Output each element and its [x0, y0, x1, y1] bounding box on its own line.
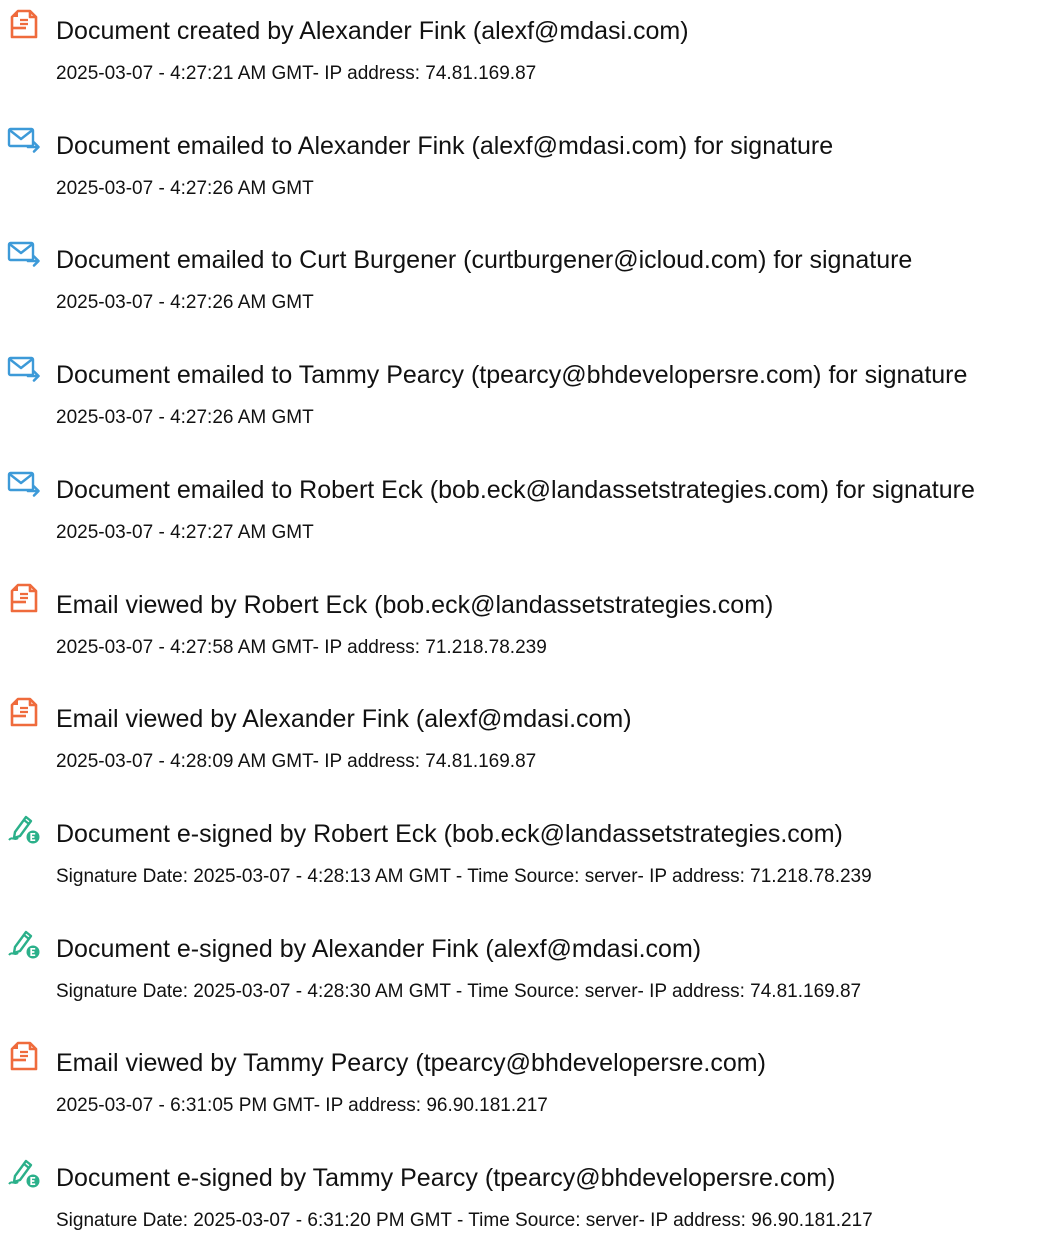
- event-detail: Signature Date: 2025-03-07 - 6:31:20 PM …: [56, 1210, 873, 1231]
- event-detail: 2025-03-07 - 4:27:26 AM GMT: [56, 178, 314, 199]
- timeline-event: Email viewed by Robert Eck (bob.eck@land…: [0, 580, 1038, 680]
- e-sign-pen-icon: [6, 1153, 42, 1189]
- event-detail: 2025-03-07 - 4:27:26 AM GMT: [56, 407, 314, 428]
- event-title: Document e-signed by Tammy Pearcy (tpear…: [56, 1164, 836, 1192]
- timeline-event: Document emailed to Curt Burgener (curtb…: [0, 235, 1038, 335]
- event-title: Document emailed to Curt Burgener (curtb…: [56, 246, 913, 274]
- event-title: Document emailed to Alexander Fink (alex…: [56, 132, 834, 160]
- event-title: Email viewed by Alexander Fink (alexf@md…: [56, 705, 632, 733]
- timeline-event: Email viewed by Tammy Pearcy (tpearcy@bh…: [0, 1038, 1038, 1138]
- timeline-event: Document e-signed by Tammy Pearcy (tpear…: [0, 1153, 1038, 1253]
- event-detail: Signature Date: 2025-03-07 - 4:28:30 AM …: [56, 981, 862, 1002]
- timeline-event: Document e-signed by Robert Eck (bob.eck…: [0, 809, 1038, 909]
- event-detail: Signature Date: 2025-03-07 - 4:28:13 AM …: [56, 866, 872, 887]
- event-detail: 2025-03-07 - 4:27:27 AM GMT: [56, 522, 314, 543]
- event-detail: 2025-03-07 - 4:27:21 AM GMT- IP address:…: [56, 63, 537, 84]
- email-send-icon: [6, 465, 42, 501]
- email-send-icon: [6, 350, 42, 386]
- document-icon: [6, 6, 42, 42]
- event-detail: 2025-03-07 - 4:28:09 AM GMT- IP address:…: [56, 751, 537, 772]
- e-sign-pen-icon: [6, 809, 42, 845]
- timeline-event: Document emailed to Tammy Pearcy (tpearc…: [0, 350, 1038, 450]
- e-sign-pen-icon: [6, 924, 42, 960]
- document-icon: [6, 580, 42, 616]
- timeline-event: Document created by Alexander Fink (alex…: [0, 6, 1038, 106]
- event-title: Email viewed by Tammy Pearcy (tpearcy@bh…: [56, 1049, 766, 1077]
- event-detail: 2025-03-07 - 6:31:05 PM GMT- IP address:…: [56, 1095, 548, 1116]
- timeline-event: Email viewed by Alexander Fink (alexf@md…: [0, 694, 1038, 794]
- email-send-icon: [6, 121, 42, 157]
- event-detail: 2025-03-07 - 4:27:26 AM GMT: [56, 292, 314, 313]
- event-title: Document emailed to Tammy Pearcy (tpearc…: [56, 361, 968, 389]
- event-title: Document emailed to Robert Eck (bob.eck@…: [56, 476, 975, 504]
- event-title: Email viewed by Robert Eck (bob.eck@land…: [56, 591, 774, 619]
- timeline-event: Document emailed to Alexander Fink (alex…: [0, 121, 1038, 221]
- event-detail: 2025-03-07 - 4:27:58 AM GMT- IP address:…: [56, 637, 547, 658]
- event-title: Document e-signed by Alexander Fink (ale…: [56, 935, 702, 963]
- email-send-icon: [6, 235, 42, 271]
- event-title: Document created by Alexander Fink (alex…: [56, 17, 689, 45]
- timeline-event: Document emailed to Robert Eck (bob.eck@…: [0, 465, 1038, 565]
- event-title: Document e-signed by Robert Eck (bob.eck…: [56, 820, 843, 848]
- timeline-event: Document e-signed by Alexander Fink (ale…: [0, 924, 1038, 1024]
- document-icon: [6, 1038, 42, 1074]
- document-icon: [6, 694, 42, 730]
